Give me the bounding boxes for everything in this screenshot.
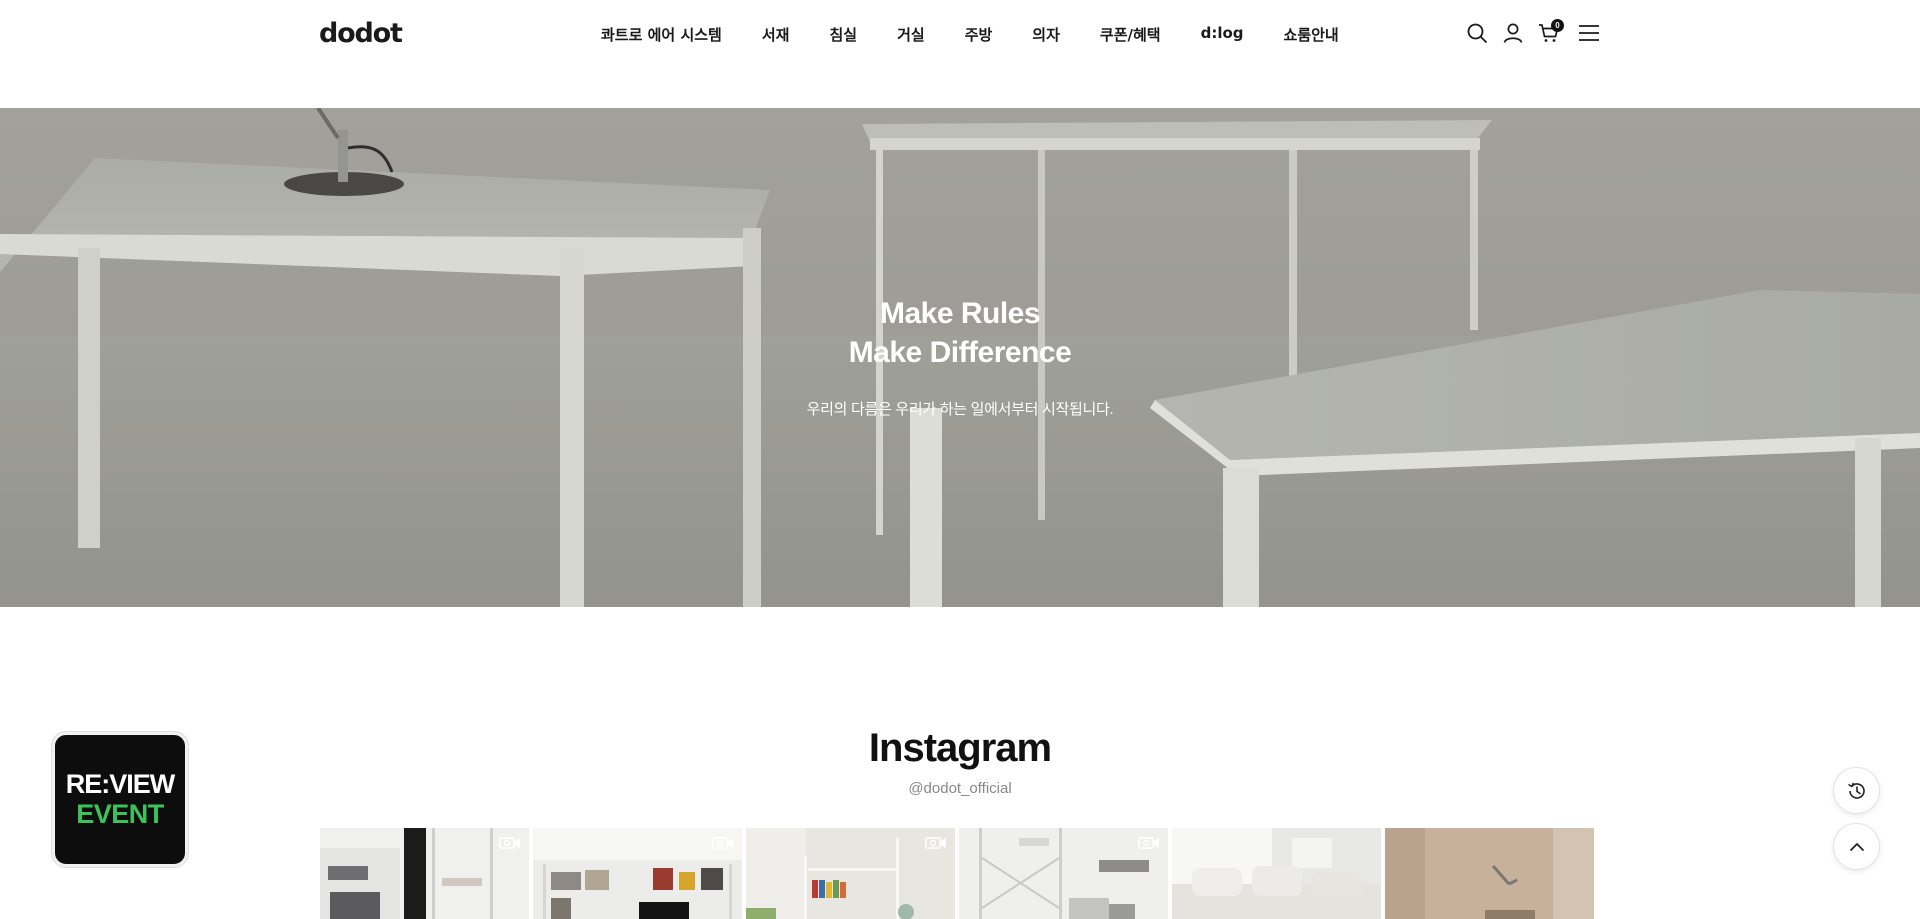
nav-item-bedroom[interactable]: 침실	[829, 24, 857, 45]
instagram-handle[interactable]: @dodot_official	[0, 780, 1920, 797]
main-nav: 콰트로 에어 시스템 서재 침실 거실 주방 의자 쿠폰/혜택 d:log 쇼룸…	[601, 24, 1339, 45]
hero-banner[interactable]: Make Rules Make Difference 우리의 다름은 우리가 하…	[0, 108, 1920, 607]
nav-item-living[interactable]: 거실	[897, 24, 925, 45]
video-icon	[1138, 837, 1159, 849]
video-icon	[925, 837, 946, 849]
recently-viewed-button[interactable]	[1833, 767, 1880, 814]
review-event-line1: RE:VIEW	[65, 769, 176, 799]
instagram-post-4[interactable]	[959, 828, 1168, 919]
hero-subtitle: 우리의 다름은 우리가 하는 일에서부터 시작됩니다.	[806, 401, 1114, 418]
nav-item-dlog[interactable]: d:log	[1201, 24, 1244, 45]
hero-title: Make Rules Make Difference	[0, 294, 1920, 372]
history-icon	[1847, 782, 1865, 799]
nav-item-coupon[interactable]: 쿠폰/혜택	[1100, 24, 1161, 45]
cart-count-badge: 0	[1551, 19, 1564, 32]
instagram-post-3[interactable]	[746, 828, 955, 919]
instagram-post-1[interactable]	[320, 828, 529, 919]
logo[interactable]: dodot	[319, 18, 403, 49]
instagram-post-6[interactable]	[1385, 828, 1594, 919]
cart-icon[interactable]: 0	[1538, 19, 1564, 44]
scroll-top-button[interactable]	[1833, 823, 1880, 870]
review-event-badge[interactable]: RE:VIEW EVENT	[52, 732, 188, 867]
nav-item-chair[interactable]: 의자	[1032, 24, 1060, 45]
search-icon[interactable]	[1466, 22, 1488, 44]
hero-title-line1: Make Rules	[879, 297, 1041, 330]
header-icons: 0	[1466, 19, 1600, 44]
video-icon	[712, 837, 733, 849]
instagram-grid	[320, 828, 1600, 919]
hero-title-line2: Make Difference	[848, 336, 1072, 369]
menu-icon[interactable]	[1578, 22, 1600, 44]
nav-item-kitchen[interactable]: 주방	[965, 24, 993, 45]
video-icon	[499, 837, 520, 849]
instagram-post-2[interactable]	[533, 828, 742, 919]
instagram-title: Instagram	[868, 726, 1052, 770]
user-icon[interactable]	[1502, 22, 1524, 44]
instagram-post-5[interactable]	[1172, 828, 1381, 919]
nav-item-study[interactable]: 서재	[762, 24, 790, 45]
arrow-up-icon	[1849, 842, 1864, 851]
site-header: dodot 콰트로 에어 시스템 서재 침실 거실 주방 의자 쿠폰/혜택 d:…	[0, 0, 1920, 108]
nav-item-quattro-air[interactable]: 콰트로 에어 시스템	[601, 24, 722, 45]
review-event-line2: EVENT	[76, 799, 164, 829]
nav-item-showroom[interactable]: 쇼룸안내	[1284, 24, 1339, 45]
